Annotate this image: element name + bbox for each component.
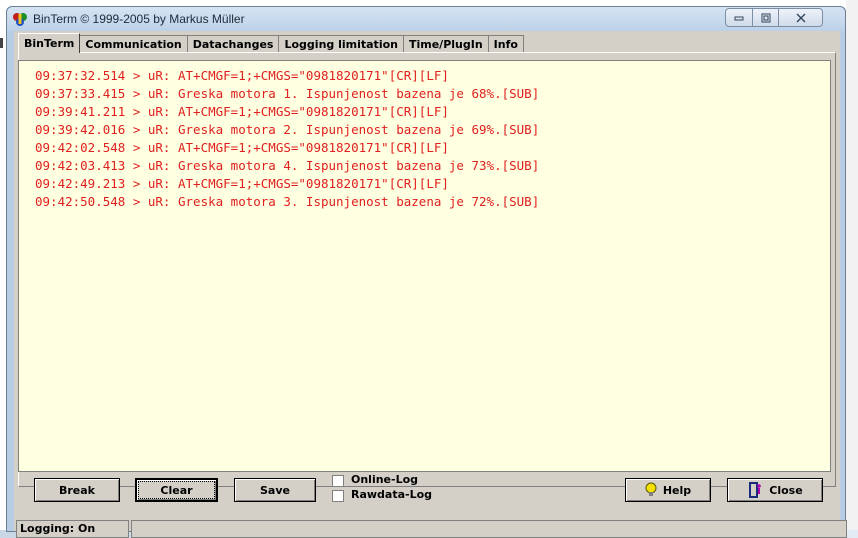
maximize-icon [761,13,770,22]
rawdata-log-label: Rawdata-Log [351,488,433,501]
log-line: 09:37:33.415 > uR: Greska motora 1. Ispu… [35,86,540,101]
close-window-button[interactable] [779,8,823,27]
log-output[interactable]: 09:37:32.514 > uR: AT+CMGF=1;+CMGS="0981… [18,60,831,472]
clear-button[interactable]: Clear [135,478,218,502]
break-button-label: Break [58,483,95,497]
log-line: 09:42:02.548 > uR: AT+CMGF=1;+CMGS="0981… [35,140,449,155]
binterm-window: BinTerm © 1999-2005 by Markus Müller Bin… [6,6,847,538]
status-panel-logging: Logging: On [16,520,129,538]
rawdata-log-checkbox[interactable] [332,490,344,502]
clear-button-label: Clear [160,483,193,497]
break-button[interactable]: Break [34,478,120,502]
status-panel-empty [131,520,847,538]
status-value: On [78,522,96,535]
lightbulb-icon [645,482,657,496]
app-icon [13,13,27,26]
help-button[interactable]: Help [625,478,711,502]
window-title: BinTerm © 1999-2005 by Markus Müller [33,12,245,26]
close-icon [796,13,805,22]
tab-info[interactable]: Info [487,35,524,53]
maximize-button[interactable] [753,8,779,27]
door-exit-icon [749,482,762,498]
help-button-label: Help [662,483,692,497]
online-log-checkbox[interactable] [332,475,344,487]
tab-binterm[interactable]: BinTerm [18,33,81,53]
tab-time-plugin[interactable]: Time/PlugIn [402,35,489,53]
status-label: Logging: [20,522,75,535]
tab-datachanges[interactable]: Datachanges [186,35,280,53]
close-button-label: Close [769,483,803,497]
minimize-icon [734,16,744,20]
close-button[interactable]: Close [727,478,823,502]
log-line: 09:39:42.016 > uR: Greska motora 2. Ispu… [35,122,540,137]
tab-logging-limitation[interactable]: Logging limitation [278,35,404,53]
log-line: 09:37:32.514 > uR: AT+CMGF=1;+CMGS="0981… [35,68,449,83]
title-bar[interactable]: BinTerm © 1999-2005 by Markus Müller [7,7,845,31]
tab-strip: BinTerm Communication Datachanges Loggin… [18,33,524,53]
log-line: 09:42:50.548 > uR: Greska motora 3. Ispu… [35,194,540,209]
online-log-label: Online-Log [351,473,419,486]
save-button[interactable]: Save [234,478,316,502]
log-line: 09:42:49.213 > uR: AT+CMGF=1;+CMGS="0981… [35,176,449,191]
save-button-label: Save [260,483,290,497]
minimize-button[interactable] [725,8,753,27]
desktop-background [846,0,858,538]
log-line: 09:39:41.211 > uR: AT+CMGF=1;+CMGS="0981… [35,104,449,119]
desktop-edge [0,38,3,48]
log-line: 09:42:03.413 > uR: Greska motora 4. Ispu… [35,158,540,173]
window-controls [725,8,823,28]
tab-communication[interactable]: Communication [79,35,188,53]
